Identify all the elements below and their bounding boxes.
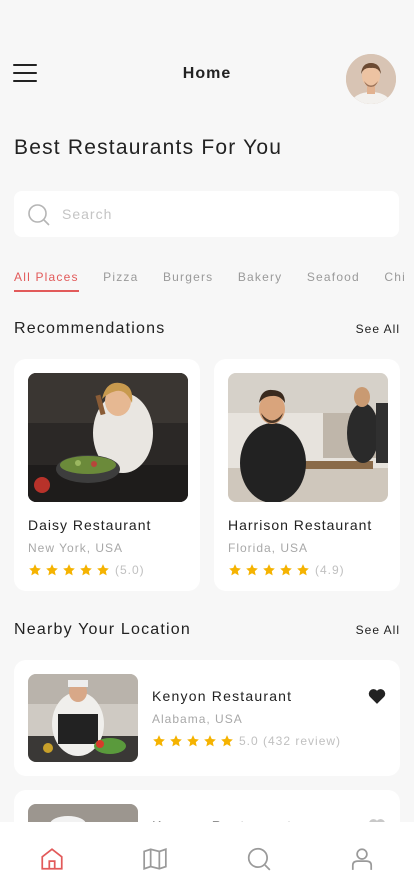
restaurant-card[interactable]: Harrison Restaurant Florida, USA (4.9) [214,359,400,591]
recommendations-header: Recommendations See All [14,320,400,338]
page-title: Best Restaurants For You [14,136,283,159]
star-icon [63,564,75,576]
nearby-restaurant-card[interactable]: Kenyon Restaurant Alabama, USA 5.0 (432 … [14,660,400,776]
heart-icon[interactable] [368,688,386,704]
search-input[interactable] [62,191,382,237]
star-icon [97,564,109,576]
rating-text: 5.0 (432 review) [239,734,342,748]
restaurant-photo [28,373,188,502]
search-icon [27,203,51,232]
star-icon [221,735,233,747]
restaurant-name: Harrison Restaurant [228,517,373,533]
star-icon [204,735,216,747]
rating: (5.0) [28,563,145,577]
restaurant-location: Florida, USA [228,541,309,555]
restaurant-location: Alabama, USA [152,712,243,726]
rating: 5.0 (432 review) [152,734,341,748]
search-icon [247,847,271,871]
category-tab-pizza[interactable]: Pizza [103,270,138,290]
see-all-link[interactable]: See All [356,322,400,336]
map-icon [143,848,167,870]
restaurant-photo [28,674,138,762]
star-icon [80,564,92,576]
restaurant-card[interactable]: Daisy Restaurant New York, USA (5.0) [14,359,200,591]
star-icon [153,735,165,747]
category-tab-all-places[interactable]: All Places [14,270,79,292]
rating-text: (5.0) [115,563,145,577]
category-tab-chinese[interactable]: Chi [384,270,406,290]
category-tab-seafood[interactable]: Seafood [307,270,360,290]
header: Home [0,52,414,104]
restaurant-name: Daisy Restaurant [28,517,152,533]
star-icon [46,564,58,576]
star-icon [187,735,199,747]
section-title: Nearby Your Location [14,621,191,638]
star-icon [246,564,258,576]
rating-text: (4.9) [315,563,345,577]
star-icon [297,564,309,576]
star-icon [263,564,275,576]
rating: (4.9) [228,563,345,577]
nav-search[interactable] [244,846,274,876]
category-tab-burgers[interactable]: Burgers [163,270,213,290]
star-icon [229,564,241,576]
restaurant-photo [228,373,388,502]
star-icon [29,564,41,576]
search-bar[interactable] [14,191,399,237]
nav-home[interactable] [37,846,67,876]
bottom-navigation [0,822,414,896]
nearby-header: Nearby Your Location See All [14,621,400,639]
star-icon [280,564,292,576]
star-icon [170,735,182,747]
category-tab-bakery[interactable]: Bakery [238,270,283,290]
nav-map[interactable] [140,846,170,876]
profile-icon [352,848,373,870]
home-icon [41,848,63,870]
category-tabs: All Places Pizza Burgers Bakery Seafood … [14,268,414,292]
avatar[interactable] [346,54,396,104]
restaurant-name: Kenyon Restaurant [152,688,293,704]
nav-profile[interactable] [347,846,377,876]
see-all-link[interactable]: See All [356,623,400,637]
restaurant-location: New York, USA [28,541,124,555]
section-title: Recommendations [14,320,166,337]
